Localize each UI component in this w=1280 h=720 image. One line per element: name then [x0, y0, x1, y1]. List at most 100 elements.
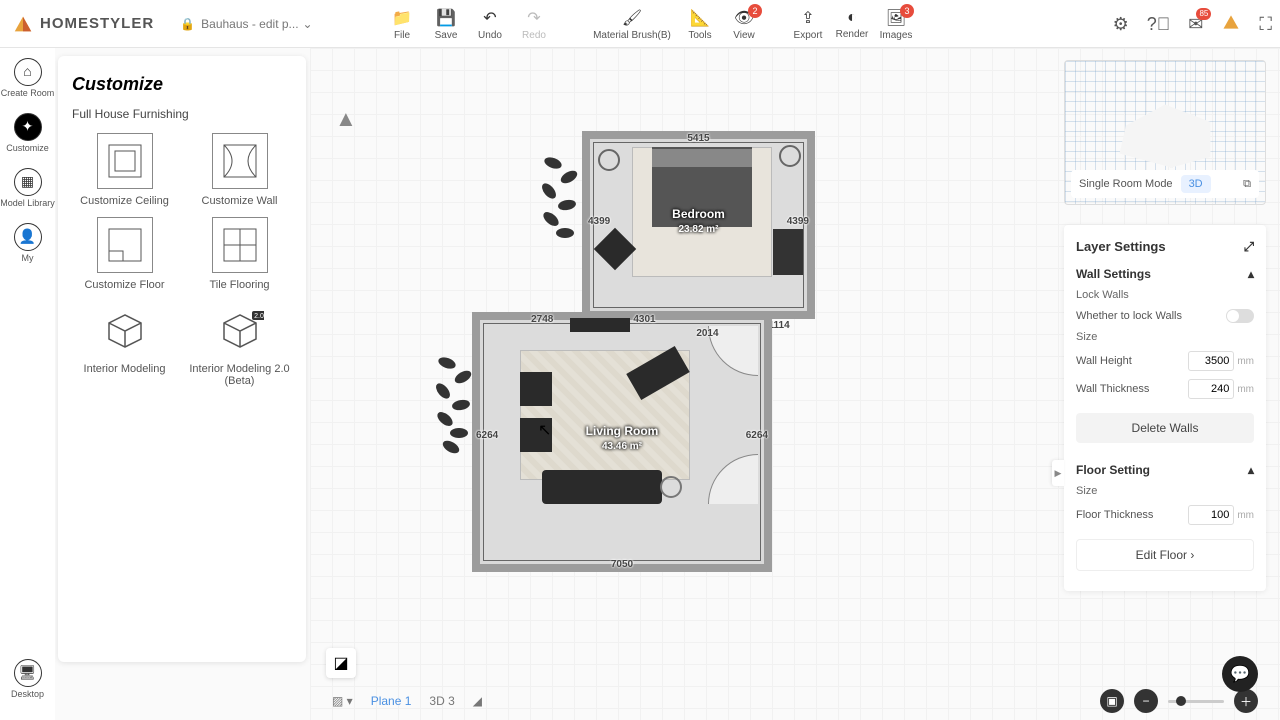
wall-thickness-label: Wall Thickness	[1076, 383, 1149, 395]
wall-settings-heading: Wall Settings	[1076, 267, 1151, 281]
wall-thickness-input[interactable]	[1188, 379, 1234, 399]
room-living[interactable]: Living Room43.46 m² 2748 4301 2014 6264 …	[472, 312, 772, 572]
sidebar-item-create-room[interactable]: ⌂Create Room	[0, 58, 55, 99]
model-library-icon: ▦	[14, 168, 42, 196]
interior-modeling-2[interactable]: 2.0Interior Modeling 2.0 (Beta)	[187, 301, 292, 387]
bottom-bar: ▨ ▾ Plane 1 3D 3 ◢ ▣ − ＋	[310, 682, 1280, 720]
right-tools: ⚙ ?⃝ ✉85 ⛶	[1113, 0, 1272, 48]
wall-height-input[interactable]	[1188, 351, 1234, 371]
app-logo[interactable]: HOMESTYLER	[0, 13, 166, 35]
hatch-toggle[interactable]: ▨ ▾	[332, 694, 353, 708]
zoom-slider[interactable]	[1168, 700, 1224, 703]
armchair-1[interactable]	[520, 372, 552, 406]
tools-menu[interactable]: 📐Tools	[678, 0, 722, 48]
preview-3d-button[interactable]: 3D	[1181, 175, 1211, 193]
undo-button[interactable]: ↶Undo	[468, 0, 512, 48]
armchair-2[interactable]	[520, 418, 552, 452]
export-button[interactable]: ⇪Export	[786, 0, 830, 48]
wall-size-label: Size	[1076, 331, 1254, 343]
tile-flooring[interactable]: Tile Flooring	[187, 217, 292, 291]
tv-unit[interactable]	[570, 318, 630, 332]
collapse-icon-2[interactable]: ▴	[1248, 463, 1254, 477]
floor-thickness-label: Floor Thickness	[1076, 509, 1153, 521]
delete-walls-button[interactable]: Delete Walls	[1076, 413, 1254, 443]
floor-thickness-input[interactable]	[1188, 505, 1234, 525]
plane-selector[interactable]: Plane 1	[371, 694, 412, 708]
file-menu[interactable]: 📁File	[380, 0, 424, 48]
customize-ceiling[interactable]: Customize Ceiling	[72, 133, 177, 207]
sidebar-item-model-library[interactable]: ▦Model Library	[0, 168, 55, 209]
floor-setting-heading: Floor Setting	[1076, 463, 1150, 477]
zoom-out-icon[interactable]: −	[1134, 689, 1158, 713]
folder-icon: 📁	[392, 8, 412, 28]
layer-settings-panel: Layer Settings⤢ Wall Settings▴ Lock Wall…	[1064, 225, 1266, 591]
chair-bedroom[interactable]	[773, 229, 803, 275]
main-tools: 📁File 💾Save ↶Undo ↷Redo 🖌Material Brush(…	[380, 0, 918, 48]
collapse-icon[interactable]: ▴	[1248, 267, 1254, 281]
aperture-icon: ◐	[847, 9, 857, 27]
sidebar-item-customize[interactable]: ✦Customize	[0, 113, 55, 154]
lock-walls-toggle[interactable]	[1226, 309, 1254, 323]
project-selector[interactable]: 🔒 Bauhaus - edit p... ⌄	[180, 17, 312, 31]
svg-text:2.0: 2.0	[254, 313, 264, 320]
customize-panel: Customize Full House Furnishing Customiz…	[58, 56, 306, 662]
3d-view-selector[interactable]: 3D 3	[429, 694, 454, 708]
save-button[interactable]: 💾Save	[424, 0, 468, 48]
plant-decor	[534, 158, 594, 248]
palette-icon[interactable]	[1221, 12, 1241, 37]
side-table-icon	[660, 476, 682, 498]
create-room-icon: ⌂	[14, 58, 42, 86]
project-name: Bauhaus - edit p...	[201, 17, 298, 31]
save-icon: 💾	[436, 8, 456, 28]
fit-screen-icon[interactable]: ▣	[1100, 689, 1124, 713]
view-menu[interactable]: 👁View2	[722, 0, 766, 48]
edit-floor-button[interactable]: Edit Floor ›	[1076, 539, 1254, 571]
redo-button[interactable]: ↷Redo	[512, 0, 556, 48]
settings-icon[interactable]: ⚙	[1113, 14, 1129, 35]
mail-icon[interactable]: ✉85	[1188, 14, 1203, 35]
room-bedroom[interactable]: Bedroom23.82 m² 5415 4399 4399 4301 1114	[582, 131, 815, 319]
preview-model	[1100, 98, 1230, 168]
floor-icon	[97, 217, 153, 273]
fullscreen-icon[interactable]: ⛶	[1259, 14, 1272, 35]
sidebar-item-my[interactable]: 👤My	[0, 223, 55, 264]
help-icon[interactable]: ?⃝	[1147, 14, 1171, 35]
zoom-in-icon[interactable]: ＋	[1234, 689, 1258, 713]
sidebar-item-desktop[interactable]: 🖥Desktop	[0, 659, 55, 700]
customize-wall[interactable]: Customize Wall	[187, 133, 292, 207]
material-brush-button[interactable]: 🖌Material Brush(B)	[586, 0, 678, 48]
chevron-down-icon: ⌄	[303, 17, 313, 31]
expand-icon[interactable]: ⤢	[1244, 239, 1254, 255]
3d-preview[interactable]: Single Room Mode 3D ⧉	[1064, 60, 1266, 205]
undo-icon: ↶	[483, 8, 496, 28]
interior-modeling[interactable]: Interior Modeling	[72, 301, 177, 387]
tools-icon: 📐	[690, 8, 710, 28]
render-button[interactable]: ◐Render	[830, 0, 874, 48]
images-badge: 3	[900, 4, 914, 18]
desktop-icon: 🖥	[14, 659, 42, 687]
wall-height-label: Wall Height	[1076, 355, 1132, 367]
homestyler-logo-icon	[12, 13, 34, 35]
preview-expand-icon[interactable]: ⧉	[1243, 178, 1251, 191]
mail-badge: 85	[1196, 8, 1211, 20]
floor-level-button[interactable]: ◪	[326, 648, 356, 678]
more-views[interactable]: ◢	[473, 694, 482, 708]
customize-icon: ✦	[14, 113, 42, 141]
living-label: Living Room43.46 m²	[586, 424, 659, 453]
sofa[interactable]	[542, 470, 662, 504]
bedroom-label: Bedroom23.82 m²	[672, 207, 725, 236]
single-room-mode[interactable]: Single Room Mode	[1079, 178, 1173, 190]
modeling-2-icon: 2.0	[212, 301, 268, 357]
tile-icon	[212, 217, 268, 273]
panel-collapse-handle[interactable]: ▶	[1052, 460, 1064, 486]
left-sidebar: ⌂Create Room ✦Customize ▦Model Library 👤…	[0, 48, 55, 720]
chat-fab[interactable]: 💬	[1222, 656, 1258, 692]
images-button[interactable]: 🖼Images3	[874, 0, 918, 48]
floor-size-label: Size	[1076, 485, 1254, 497]
layer-settings-title: Layer Settings	[1076, 239, 1166, 255]
app-name: HOMESTYLER	[40, 15, 154, 32]
lock-walls-desc: Whether to lock Walls	[1076, 310, 1182, 322]
customize-floor[interactable]: Customize Floor	[72, 217, 177, 291]
preview-mode-bar: Single Room Mode 3D ⧉	[1071, 170, 1259, 198]
top-toolbar: HOMESTYLER 🔒 Bauhaus - edit p... ⌄ 📁File…	[0, 0, 1280, 48]
